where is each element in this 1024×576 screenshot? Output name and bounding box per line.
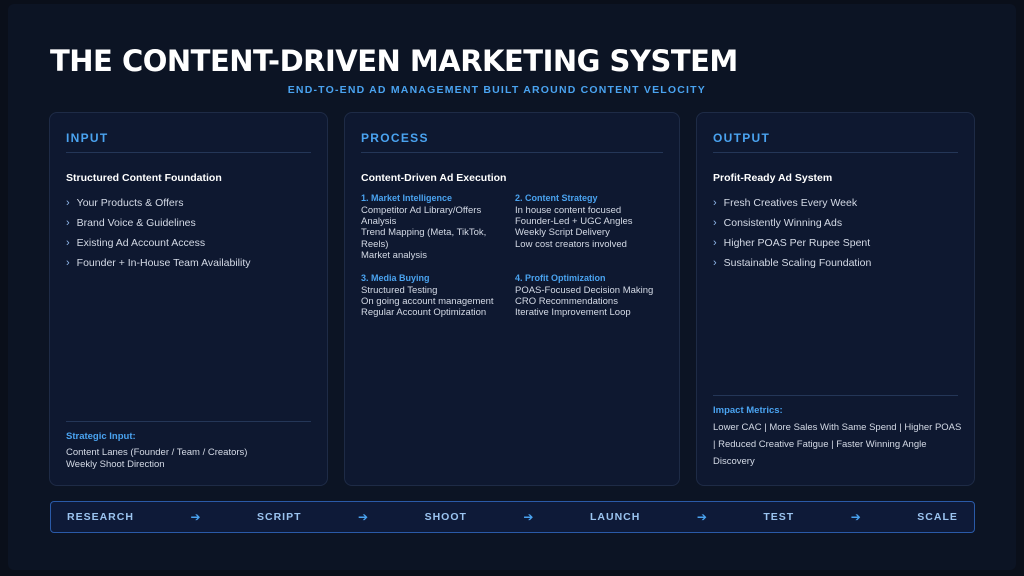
arrow-right-icon: ➔ <box>523 510 534 524</box>
list-item: › Fresh Creatives Every Week <box>713 197 858 209</box>
step-script: SCRIPT <box>257 511 302 523</box>
process-block-content-strategy: 2. Content Strategy In house content foc… <box>515 193 633 250</box>
list-item: › Existing Ad Account Access <box>66 237 206 249</box>
input-subheading: Structured Content Foundation <box>66 172 222 184</box>
arrow-right-icon: ➔ <box>358 510 369 524</box>
input-heading: INPUT <box>66 131 311 153</box>
output-heading: OUTPUT <box>713 131 958 153</box>
impact-metrics-text: Lower CAC | More Sales With Same Spend |… <box>713 422 962 467</box>
chevron-right-icon: › <box>66 197 70 209</box>
step-test: TEST <box>763 511 795 523</box>
divider <box>713 395 958 396</box>
strategic-input-line: Weekly Shoot Direction <box>66 459 165 470</box>
list-item: › Brand Voice & Guidelines <box>66 217 196 229</box>
chevron-right-icon: › <box>66 217 70 229</box>
process-block-media-buying: 3. Media Buying Structured Testing On go… <box>361 273 494 319</box>
chevron-right-icon: › <box>713 217 717 229</box>
strategic-input-title: Strategic Input: <box>66 431 136 442</box>
page-title: THE CONTENT-DRIVEN MARKETING SYSTEM <box>50 44 738 78</box>
slide: THE CONTENT-DRIVEN MARKETING SYSTEM END-… <box>8 4 1016 570</box>
chevron-right-icon: › <box>713 257 717 269</box>
step-scale: SCALE <box>917 511 958 523</box>
input-panel: INPUT Structured Content Foundation › You… <box>49 112 328 486</box>
chevron-right-icon: › <box>713 197 717 209</box>
step-launch: LAUNCH <box>589 511 641 523</box>
arrow-right-icon: ➔ <box>850 510 861 524</box>
workflow-bar: RESEARCH ➔ SCRIPT ➔ SHOOT ➔ LAUNCH ➔ TES… <box>50 501 975 533</box>
divider <box>66 421 311 422</box>
list-item: › Your Products & Offers <box>66 197 184 209</box>
step-research: RESEARCH <box>67 511 134 523</box>
process-subheading: Content-Driven Ad Execution <box>361 172 507 184</box>
list-item: › Higher POAS Per Rupee Spent <box>713 237 871 249</box>
chevron-right-icon: › <box>66 257 70 269</box>
process-block-market-intelligence: 1. Market Intelligence Competitor Ad Lib… <box>361 193 487 261</box>
output-subheading: Profit-Ready Ad System <box>713 172 833 184</box>
output-panel: OUTPUT Profit-Ready Ad System › Fresh Cre… <box>696 112 975 486</box>
output-list: › Fresh Creatives Every Week › Consistentl… <box>713 197 871 277</box>
chevron-right-icon: › <box>66 237 70 249</box>
chevron-right-icon: › <box>713 237 717 249</box>
list-item: › Founder + In-House Team Availability <box>66 257 251 269</box>
step-shoot: SHOOT <box>424 511 467 523</box>
strategic-input-line: Content Lanes (Founder / Team / Creators… <box>66 447 248 458</box>
arrow-right-icon: ➔ <box>190 510 201 524</box>
process-heading: PROCESS <box>361 131 663 153</box>
arrow-right-icon: ➔ <box>696 510 707 524</box>
page-subtitle: END-TO-END AD MANAGEMENT BUILT AROUND CO… <box>287 84 706 96</box>
list-item: › Consistently Winning Ads <box>713 217 843 229</box>
input-list: › Your Products & Offers › Brand Voice & G… <box>66 197 251 277</box>
list-item: › Sustainable Scaling Foundation <box>713 257 872 269</box>
process-panel: PROCESS Content-Driven Ad Execution 1. M… <box>344 112 680 486</box>
impact-metrics-title: Impact Metrics: <box>713 405 783 416</box>
process-block-profit-optimization: 4. Profit Optimization POAS-Focused Deci… <box>515 273 654 319</box>
